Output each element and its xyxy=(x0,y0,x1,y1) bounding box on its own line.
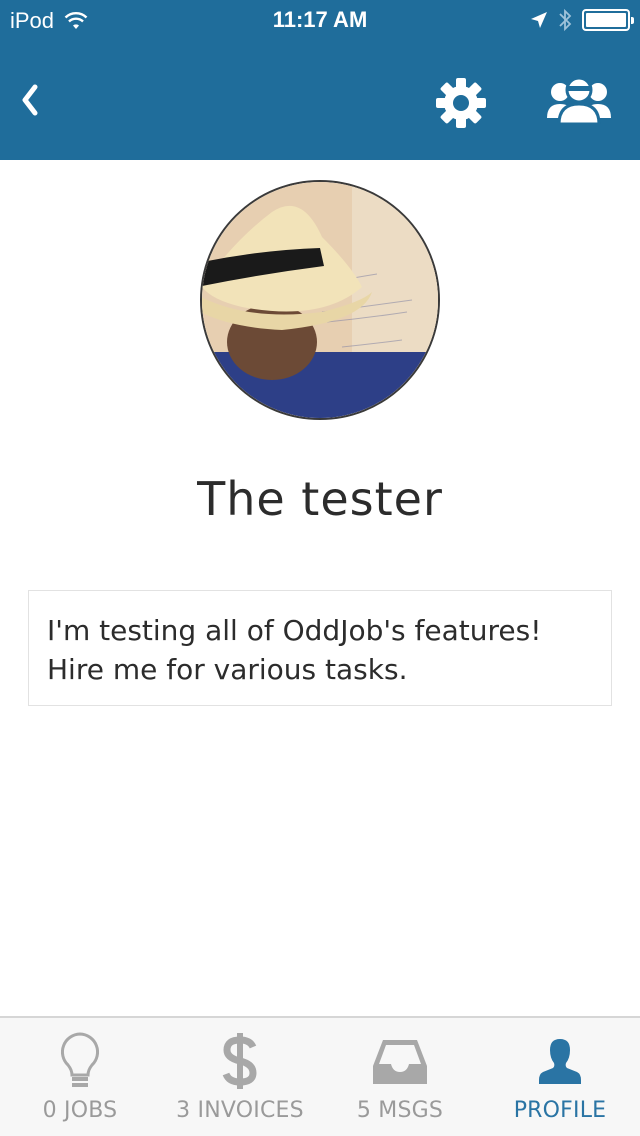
person-icon xyxy=(539,1039,581,1084)
tab-jobs[interactable]: 0 JOBS xyxy=(0,1018,160,1136)
inbox-tray-icon xyxy=(373,1040,427,1084)
tab-invoices[interactable]: 3 INVOICES xyxy=(160,1018,320,1136)
tab-jobs-label: 0 JOBS xyxy=(42,1098,118,1123)
bio-line-1: I'm testing all of OddJob's features! xyxy=(47,614,542,647)
tab-invoices-label: 3 INVOICES xyxy=(176,1098,304,1123)
tab-msgs[interactable]: 5 MSGS xyxy=(320,1018,480,1136)
dollar-icon xyxy=(222,1033,257,1089)
location-arrow-icon xyxy=(531,12,547,28)
tab-profile[interactable]: PROFILE xyxy=(480,1018,640,1136)
app-header: iPod 11:17 AM xyxy=(0,0,640,160)
profile-avatar xyxy=(200,180,440,420)
status-right xyxy=(530,8,634,32)
tab-bar: 0 JOBS 3 INVOICES 5 MSGS PROFILE xyxy=(0,1016,640,1136)
status-bar: iPod 11:17 AM xyxy=(0,0,640,40)
profile-bio: I'm testing all of OddJob's features! Hi… xyxy=(28,590,612,706)
people-button[interactable] xyxy=(545,76,613,130)
tab-profile-label: PROFILE xyxy=(513,1098,607,1123)
bluetooth-icon xyxy=(559,8,572,32)
lightbulb-icon xyxy=(60,1032,100,1087)
battery-icon xyxy=(582,9,634,31)
avatar-photo xyxy=(202,182,438,418)
bio-line-2: Hire me for various tasks. xyxy=(47,653,408,686)
back-chevron-icon xyxy=(22,84,38,116)
tab-msgs-label: 5 MSGS xyxy=(356,1098,444,1123)
gear-icon xyxy=(436,78,486,128)
people-group-icon xyxy=(547,76,611,126)
back-button[interactable] xyxy=(10,70,50,130)
settings-button[interactable] xyxy=(434,76,488,130)
profile-name: The tester xyxy=(197,472,443,526)
